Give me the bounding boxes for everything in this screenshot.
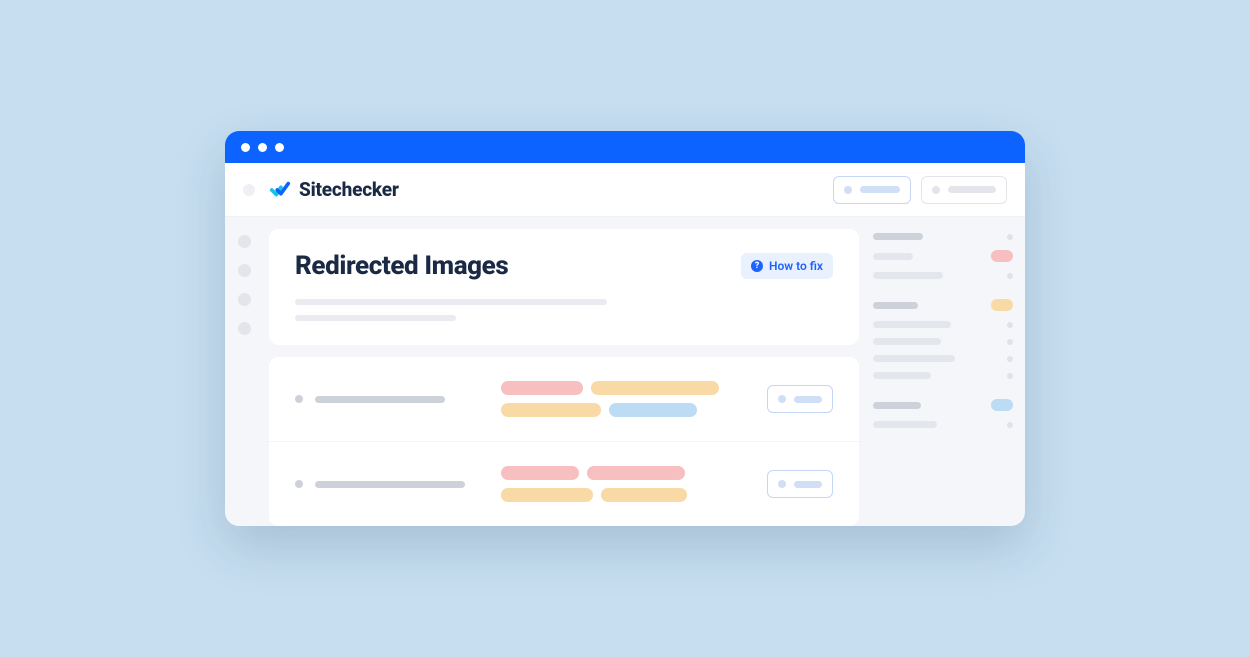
tag-red bbox=[587, 466, 685, 480]
side-section-header[interactable] bbox=[873, 233, 1013, 240]
app-name: Sitechecker bbox=[299, 178, 399, 201]
how-to-fix-label: How to fix bbox=[769, 259, 823, 273]
nav-item-3[interactable] bbox=[238, 293, 251, 306]
side-item[interactable] bbox=[873, 321, 1013, 328]
side-item[interactable] bbox=[873, 338, 1013, 345]
list-item bbox=[269, 442, 859, 526]
left-nav-rail bbox=[225, 217, 263, 526]
description-placeholder bbox=[295, 299, 833, 321]
topbar-button-secondary[interactable] bbox=[921, 176, 1007, 204]
list-item-tags bbox=[501, 466, 751, 502]
window-close-dot[interactable] bbox=[241, 143, 250, 152]
results-list bbox=[269, 357, 859, 526]
app-window: Sitechecker Redirected Images bbox=[225, 131, 1025, 526]
side-item[interactable] bbox=[873, 272, 1013, 279]
side-item[interactable] bbox=[873, 421, 1013, 428]
window-maximize-dot[interactable] bbox=[275, 143, 284, 152]
tag-orange bbox=[591, 381, 719, 395]
content-wrap: Redirected Images ? How to fix bbox=[263, 217, 1025, 526]
header-card: Redirected Images ? How to fix bbox=[269, 229, 859, 345]
tag-red bbox=[501, 381, 583, 395]
main-column: Redirected Images ? How to fix bbox=[269, 229, 859, 526]
help-icon: ? bbox=[751, 260, 763, 272]
side-item[interactable] bbox=[873, 355, 1013, 362]
side-group-2 bbox=[873, 299, 1013, 379]
tag-orange bbox=[501, 403, 601, 417]
status-badge-blue bbox=[991, 399, 1013, 411]
list-item-title bbox=[295, 395, 485, 403]
window-minimize-dot[interactable] bbox=[258, 143, 267, 152]
topbar-button-primary[interactable] bbox=[833, 176, 911, 204]
tag-orange bbox=[501, 488, 593, 502]
list-item-action-button[interactable] bbox=[767, 470, 833, 498]
nav-item-4[interactable] bbox=[238, 322, 251, 335]
tag-blue bbox=[609, 403, 697, 417]
status-badge-orange bbox=[991, 299, 1013, 311]
window-titlebar bbox=[225, 131, 1025, 163]
nav-item-1[interactable] bbox=[238, 235, 251, 248]
status-badge-red bbox=[991, 250, 1013, 262]
tag-red bbox=[501, 466, 579, 480]
tag-orange bbox=[601, 488, 687, 502]
side-panel bbox=[873, 229, 1013, 526]
side-group-1 bbox=[873, 233, 1013, 279]
list-item-action-button[interactable] bbox=[767, 385, 833, 413]
how-to-fix-button[interactable]: ? How to fix bbox=[741, 253, 833, 279]
nav-item-2[interactable] bbox=[238, 264, 251, 277]
side-group-3 bbox=[873, 399, 1013, 428]
topbar-actions bbox=[833, 176, 1007, 204]
page-title: Redirected Images bbox=[295, 251, 508, 281]
menu-icon[interactable] bbox=[243, 184, 255, 196]
list-item-title bbox=[295, 480, 485, 488]
side-section-header[interactable] bbox=[873, 299, 1013, 311]
side-item[interactable] bbox=[873, 250, 1013, 262]
side-item[interactable] bbox=[873, 372, 1013, 379]
topbar: Sitechecker bbox=[225, 163, 1025, 217]
check-icon bbox=[269, 179, 291, 201]
side-section-header[interactable] bbox=[873, 399, 1013, 411]
body-area: Redirected Images ? How to fix bbox=[225, 217, 1025, 526]
list-item bbox=[269, 357, 859, 442]
window-controls bbox=[241, 143, 284, 152]
list-item-tags bbox=[501, 381, 751, 417]
app-logo[interactable]: Sitechecker bbox=[269, 178, 399, 201]
